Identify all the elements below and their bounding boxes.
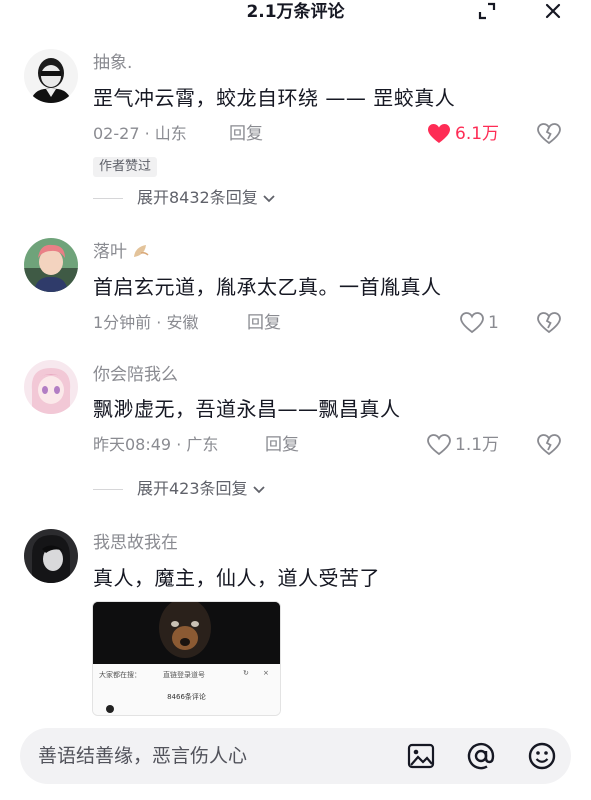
mini-avatar [106,705,114,713]
avatar[interactable] [24,529,78,583]
username[interactable]: 抽象. [93,52,132,74]
close-icon[interactable] [540,0,566,22]
like-button[interactable]: 1.1万 [427,434,499,456]
heart-outline-icon [427,434,451,456]
like-button[interactable]: 6.1万 [427,123,499,145]
comment-text: 首启玄元道，胤承太乙真。一首胤真人 [93,275,442,299]
reply-button[interactable]: 回复 [265,434,299,456]
bottom-spacer [0,790,591,800]
mini-close-icon: × [263,669,269,677]
divider-line [93,197,123,199]
expand-replies-button[interactable]: 展开8432条回复 [93,187,277,209]
mini-comment-count: 8466条评论 [167,693,206,701]
dislike-heart-icon[interactable] [537,312,561,334]
like-button[interactable]: 1 [460,312,499,334]
comment-input-bar[interactable]: 善语结善缘，恶言伤人心 [20,728,571,784]
like-count: 6.1万 [455,124,500,144]
avatar[interactable] [24,49,78,103]
dislike-heart-icon[interactable] [537,123,561,145]
reply-button[interactable]: 回复 [229,123,263,145]
like-count: 1.1万 [455,435,500,455]
avatar[interactable] [24,238,78,292]
chevron-down-icon [252,486,265,494]
username[interactable]: 你会陪我么 [93,364,178,386]
expand-replies-button[interactable]: 展开423条回复 [93,478,267,500]
image-icon[interactable] [405,740,437,772]
leaf-icon [134,245,149,257]
comment-meta: 昨天08:49 · 广东 [93,435,219,454]
dog-photo [93,602,280,664]
like-count: 1 [488,313,499,333]
comment-text: 真人，魔主，仙人，道人受苦了 [93,566,380,590]
expand-replies-label: 展开8432条回复 [137,188,258,207]
avatar[interactable] [24,360,78,414]
chevron-down-icon [263,195,275,203]
mini-tab-query: 直链登录道号 [163,671,205,679]
expand-corner-icon[interactable] [474,0,500,22]
comments-header: 2.1万条评论 [0,0,591,28]
expand-replies-label: 展开423条回复 [137,479,248,498]
at-icon[interactable] [465,740,497,772]
comment-text: 飘渺虚无，吾道永昌——飘昌真人 [93,397,401,421]
comment-input[interactable]: 善语结善缘，恶言伤人心 [38,744,247,768]
attached-image[interactable]: 大家都在搜： 直链登录道号 ↻ × 8466条评论 [92,601,281,716]
comment-meta: 1分钟前 · 安徽 [93,313,199,332]
screenshot-strip: 大家都在搜： 直链登录道号 ↻ × [93,664,280,715]
comment-count-title: 2.1万条评论 [246,2,345,22]
mini-refresh-icon: ↻ [243,669,249,677]
comment-text: 罡气冲云霄，蛟龙自环绕 —— 罡蛟真人 [93,86,456,110]
username[interactable]: 我思故我在 [93,532,178,554]
author-liked-badge: 作者赞过 [93,157,158,177]
dislike-heart-icon[interactable] [537,434,561,456]
heart-outline-icon [460,312,484,334]
emoji-icon[interactable] [526,740,558,772]
divider-line [93,488,123,490]
reply-button[interactable]: 回复 [247,312,281,334]
mini-tab-search: 大家都在搜： [99,671,141,679]
comment-meta: 02-27 · 山东 [93,124,187,143]
heart-filled-icon [428,124,450,143]
username[interactable]: 落叶 [93,241,150,263]
